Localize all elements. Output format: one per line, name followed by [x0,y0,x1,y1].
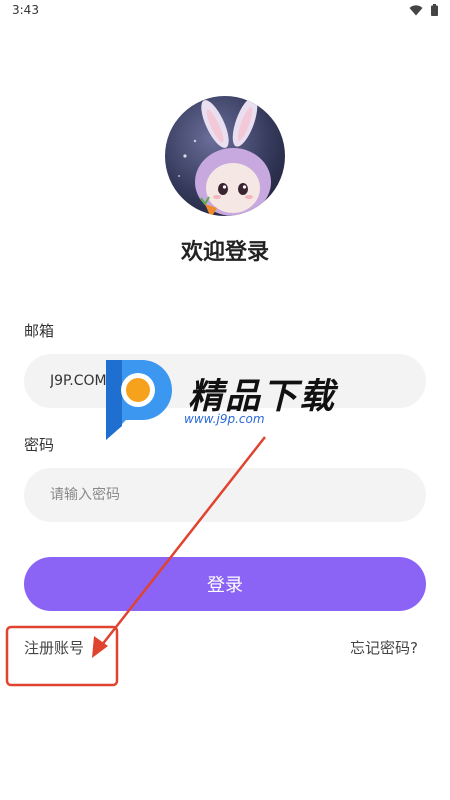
page-title: 欢迎登录 [180,240,269,265]
annotation-arrowhead [92,636,108,658]
watermark-logo-icon [106,360,172,440]
password-label: 密码 [24,436,55,454]
battery-icon [431,4,438,16]
password-field[interactable] [24,468,426,522]
status-icons [409,4,438,16]
watermark: 精品下载 www.j9p.com [100,356,360,441]
login-button[interactable]: 登录 [24,557,426,611]
status-time: 3:43 [12,3,39,17]
email-label: 邮箱 [24,322,55,340]
password-input[interactable] [48,486,402,504]
watermark-url: www.j9p.com [184,412,265,426]
bunny-avatar-icon [165,96,285,216]
register-link[interactable]: 注册账号 [24,637,84,658]
wifi-icon [409,4,423,15]
status-bar: 3:43 [0,0,450,22]
forgot-password-link[interactable]: 忘记密码? [350,637,418,658]
avatar [165,96,285,216]
